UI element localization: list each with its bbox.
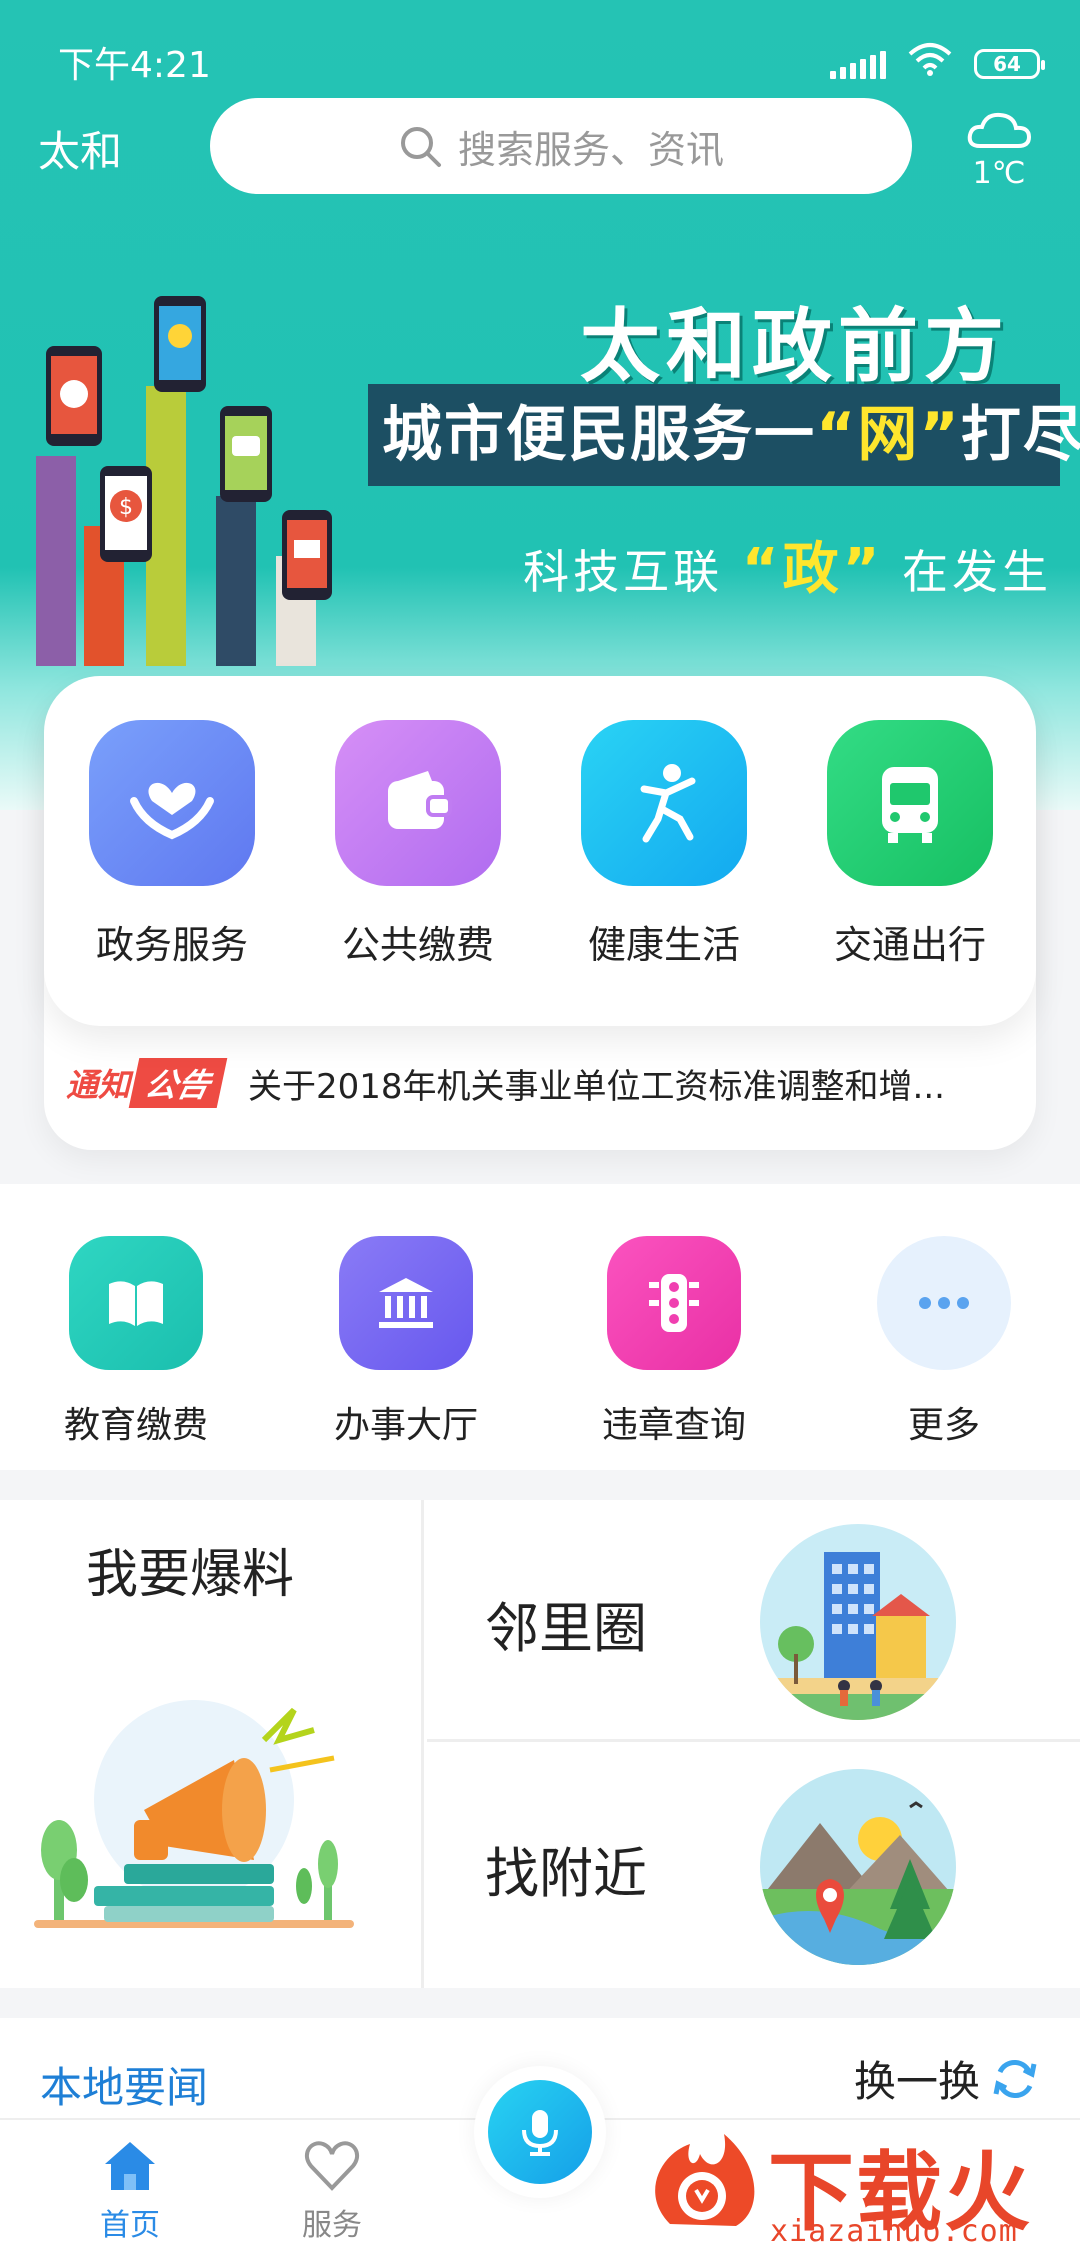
service-label: 教育缴费 bbox=[63, 1405, 208, 1446]
weather-widget[interactable]: 1℃ bbox=[964, 108, 1034, 191]
tab-services-label: 服务 bbox=[302, 2208, 362, 2243]
watermark-url: xiazaihuo.com bbox=[770, 2214, 1018, 2248]
quick-gov-services[interactable]: 政务服务 bbox=[72, 720, 272, 969]
banner-sub-highlight: “政” bbox=[741, 537, 884, 602]
announcement-tag: 公告 bbox=[128, 1058, 228, 1108]
refresh-icon bbox=[993, 2059, 1037, 2098]
local-news-title[interactable]: 本地要闻 bbox=[40, 2054, 208, 2115]
feature-neighbors[interactable]: 邻里圈 bbox=[427, 1500, 1080, 1742]
feature-report[interactable]: 我要爆料 bbox=[0, 1500, 424, 1988]
quick-label: 交通出行 bbox=[833, 923, 986, 967]
notice-bar[interactable]: 通知 公告 关于2018年机关事业单位工资标准调整和增... bbox=[66, 1058, 1006, 1108]
notice-tag: 通知 bbox=[66, 1066, 131, 1104]
cloud-icon bbox=[967, 112, 1032, 148]
quick-health-life[interactable]: 健康生活 bbox=[564, 720, 764, 969]
notice-text[interactable]: 关于2018年机关事业单位工资标准调整和增... bbox=[248, 1059, 968, 1108]
quick-label: 公共缴费 bbox=[341, 923, 494, 967]
search-input[interactable]: 搜索服务、资讯 bbox=[210, 98, 912, 194]
status-bar: 下午4:21 64 bbox=[58, 36, 1045, 86]
svg-text:$: $ bbox=[119, 495, 133, 520]
wifi-icon bbox=[908, 42, 952, 85]
city-buildings-illustration bbox=[760, 1524, 956, 1720]
book-icon bbox=[69, 1236, 203, 1370]
signal-icon bbox=[830, 49, 886, 79]
banner-phones-illustration[interactable]: $ bbox=[36, 296, 356, 666]
service-label: 违章查询 bbox=[601, 1405, 746, 1446]
banner-title[interactable]: 太和政前方 bbox=[580, 282, 1010, 398]
search-icon bbox=[400, 127, 441, 167]
running-person-icon bbox=[581, 720, 747, 886]
banner-slogan: 城市便民服务一“网”打尽 bbox=[368, 384, 1080, 486]
quick-label: 政务服务 bbox=[95, 923, 248, 967]
banner-subtitle: 科技互联 “政” 在发生 bbox=[523, 524, 1052, 605]
map-pin-landscape-illustration bbox=[760, 1769, 956, 1965]
tab-home[interactable]: 首页 bbox=[70, 2134, 190, 2244]
quick-services-card: 政务服务 公共缴费 健康生活 交通出行 bbox=[44, 676, 1036, 1026]
banner-sub-pre: 科技互联 bbox=[523, 545, 724, 599]
banner-slogan-post: 打尽 bbox=[960, 400, 1080, 470]
status-icons: 64 bbox=[830, 42, 1045, 85]
refresh-label: 换一换 bbox=[853, 2057, 980, 2106]
banner-slogan-pre: 城市便民服务一 bbox=[382, 400, 816, 470]
feature-neighbors-title: 邻里圈 bbox=[485, 1597, 647, 1660]
hands-heart-icon bbox=[89, 720, 255, 886]
service-hall[interactable]: 办事大厅 bbox=[316, 1236, 496, 1448]
feature-grid: 我要爆料 邻里圈 找附近 bbox=[0, 1500, 1080, 1988]
banner-sub-post: 在发生 bbox=[902, 545, 1052, 599]
service-label: 更多 bbox=[907, 1405, 980, 1446]
city-selector[interactable]: 太和 bbox=[38, 118, 122, 179]
watermark: 下载火 xiazaihuo.com bbox=[640, 2110, 1080, 2248]
flame-logo-icon bbox=[655, 2134, 755, 2226]
feature-report-title: 我要爆料 bbox=[86, 1545, 295, 1605]
voice-assistant-button[interactable] bbox=[488, 2080, 592, 2184]
refresh-button[interactable]: 换一换 bbox=[854, 2048, 1040, 2109]
microphone-icon bbox=[522, 2110, 558, 2156]
battery-icon: 64 bbox=[974, 48, 1045, 79]
tab-services[interactable]: 服务 bbox=[272, 2134, 392, 2244]
feature-nearby-title: 找附近 bbox=[485, 1842, 647, 1905]
status-time: 下午4:21 bbox=[58, 45, 211, 86]
heart-icon bbox=[304, 2141, 360, 2191]
service-label: 办事大厅 bbox=[333, 1405, 478, 1446]
bank-building-icon bbox=[339, 1236, 473, 1370]
service-education-payment[interactable]: 教育缴费 bbox=[46, 1236, 226, 1448]
service-violation-query[interactable]: 违章查询 bbox=[584, 1236, 764, 1448]
temperature: 1℃ bbox=[972, 156, 1026, 191]
quick-label: 健康生活 bbox=[587, 923, 740, 967]
quick-transport[interactable]: 交通出行 bbox=[810, 720, 1010, 969]
more-dots-icon bbox=[877, 1236, 1011, 1370]
quick-public-payment[interactable]: 公共缴费 bbox=[318, 720, 518, 969]
megaphone-illustration bbox=[34, 1700, 354, 1928]
service-more[interactable]: 更多 bbox=[854, 1236, 1034, 1448]
feature-nearby[interactable]: 找附近 bbox=[427, 1745, 1080, 1987]
service-grid: 教育缴费 办事大厅 违章查询 更多 bbox=[0, 1184, 1080, 1470]
search-placeholder: 搜索服务、资讯 bbox=[457, 127, 724, 172]
wallet-icon bbox=[335, 720, 501, 886]
banner-slogan-highlight: “网” bbox=[816, 400, 961, 470]
traffic-light-icon bbox=[607, 1236, 741, 1370]
bus-icon bbox=[827, 720, 993, 886]
tab-home-label: 首页 bbox=[100, 2208, 160, 2243]
home-icon bbox=[105, 2142, 155, 2190]
